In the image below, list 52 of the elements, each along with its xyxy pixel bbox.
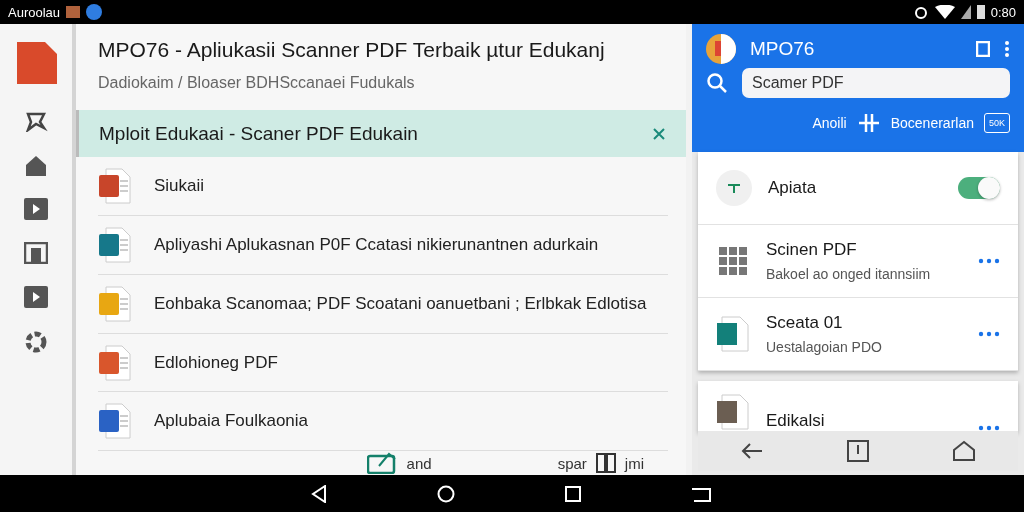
play-icon[interactable] — [24, 286, 48, 308]
plus-icon[interactable] — [856, 112, 881, 134]
item-title: Scinen PDF — [766, 240, 858, 260]
image-icon — [66, 6, 81, 18]
home-icon[interactable] — [952, 440, 977, 462]
app-icon — [86, 4, 103, 20]
setting-title: Apiata — [768, 178, 818, 198]
filter-label[interactable]: Anoili — [812, 115, 847, 131]
item-title: Sceata 01 — [766, 313, 844, 333]
action-label: jmi — [624, 454, 644, 472]
more-icon[interactable] — [978, 258, 1000, 264]
search-icon — [706, 72, 728, 94]
app-name: MPO76 — [750, 38, 816, 60]
search-field[interactable]: Scamer PDF — [742, 68, 1010, 98]
breadcrumb-path: Dadiokaim / Bloaser BDHSccanaei Fudukals — [98, 74, 416, 92]
back-arrow-icon[interactable] — [739, 441, 764, 461]
app-icon — [716, 170, 752, 206]
item-title: Edikalsi — [766, 411, 826, 431]
carrier-text: Auroolau — [8, 4, 61, 20]
wifi-icon — [934, 5, 955, 19]
recents-icon[interactable] — [565, 485, 581, 502]
grid-icon — [716, 244, 750, 278]
bookmark-icon[interactable] — [976, 41, 990, 57]
close-icon[interactable] — [652, 126, 666, 141]
document-title: MPO76 - Apliukasii Scanner PDF Terbaik µtur Edukanj — [98, 38, 606, 62]
play-icon[interactable] — [24, 198, 48, 220]
signal-icon — [960, 5, 971, 19]
folder-icon[interactable] — [24, 242, 48, 264]
file-item[interactable]: Aplubaia Foulkaonia — [98, 392, 668, 452]
toggle-switch[interactable] — [958, 177, 1000, 199]
back-icon[interactable] — [311, 484, 327, 503]
home-icon[interactable] — [24, 154, 48, 176]
item-subtitle: Uestalagoian PDO — [766, 339, 883, 355]
file-item[interactable]: Siukaii — [98, 157, 668, 217]
battery-icon — [976, 5, 985, 19]
clock-text: 0:80 — [990, 4, 1016, 20]
sort-label[interactable]: Bocenerarlan — [890, 115, 974, 131]
banner-text: Mploit Edukaai - Scaner PDF Edukain — [99, 122, 419, 145]
menu-icon[interactable] — [1004, 40, 1010, 58]
action-label: and — [406, 454, 432, 472]
app-logo-icon — [706, 34, 736, 64]
info-icon[interactable] — [847, 440, 869, 462]
more-icon[interactable] — [978, 425, 1000, 431]
file-item[interactable]: Edlohioneg PDF — [98, 333, 668, 393]
action-label: spar — [557, 454, 587, 472]
more-icon[interactable] — [978, 331, 1000, 337]
item-subtitle: Bakoel ao onged itannsiim — [766, 266, 932, 282]
document-icon — [716, 315, 750, 353]
count-badge: 50K — [984, 113, 1010, 133]
file-item[interactable]: Apliyashi Aplukasnan P0F Ccatasi nikierunantnen adurkain — [98, 216, 668, 275]
book-icon[interactable] — [594, 452, 617, 475]
file-item[interactable]: Eohbaka Scanomaa; PDF Scoatani oanuetbani ; Erlbkak Edlotisa — [98, 274, 668, 334]
